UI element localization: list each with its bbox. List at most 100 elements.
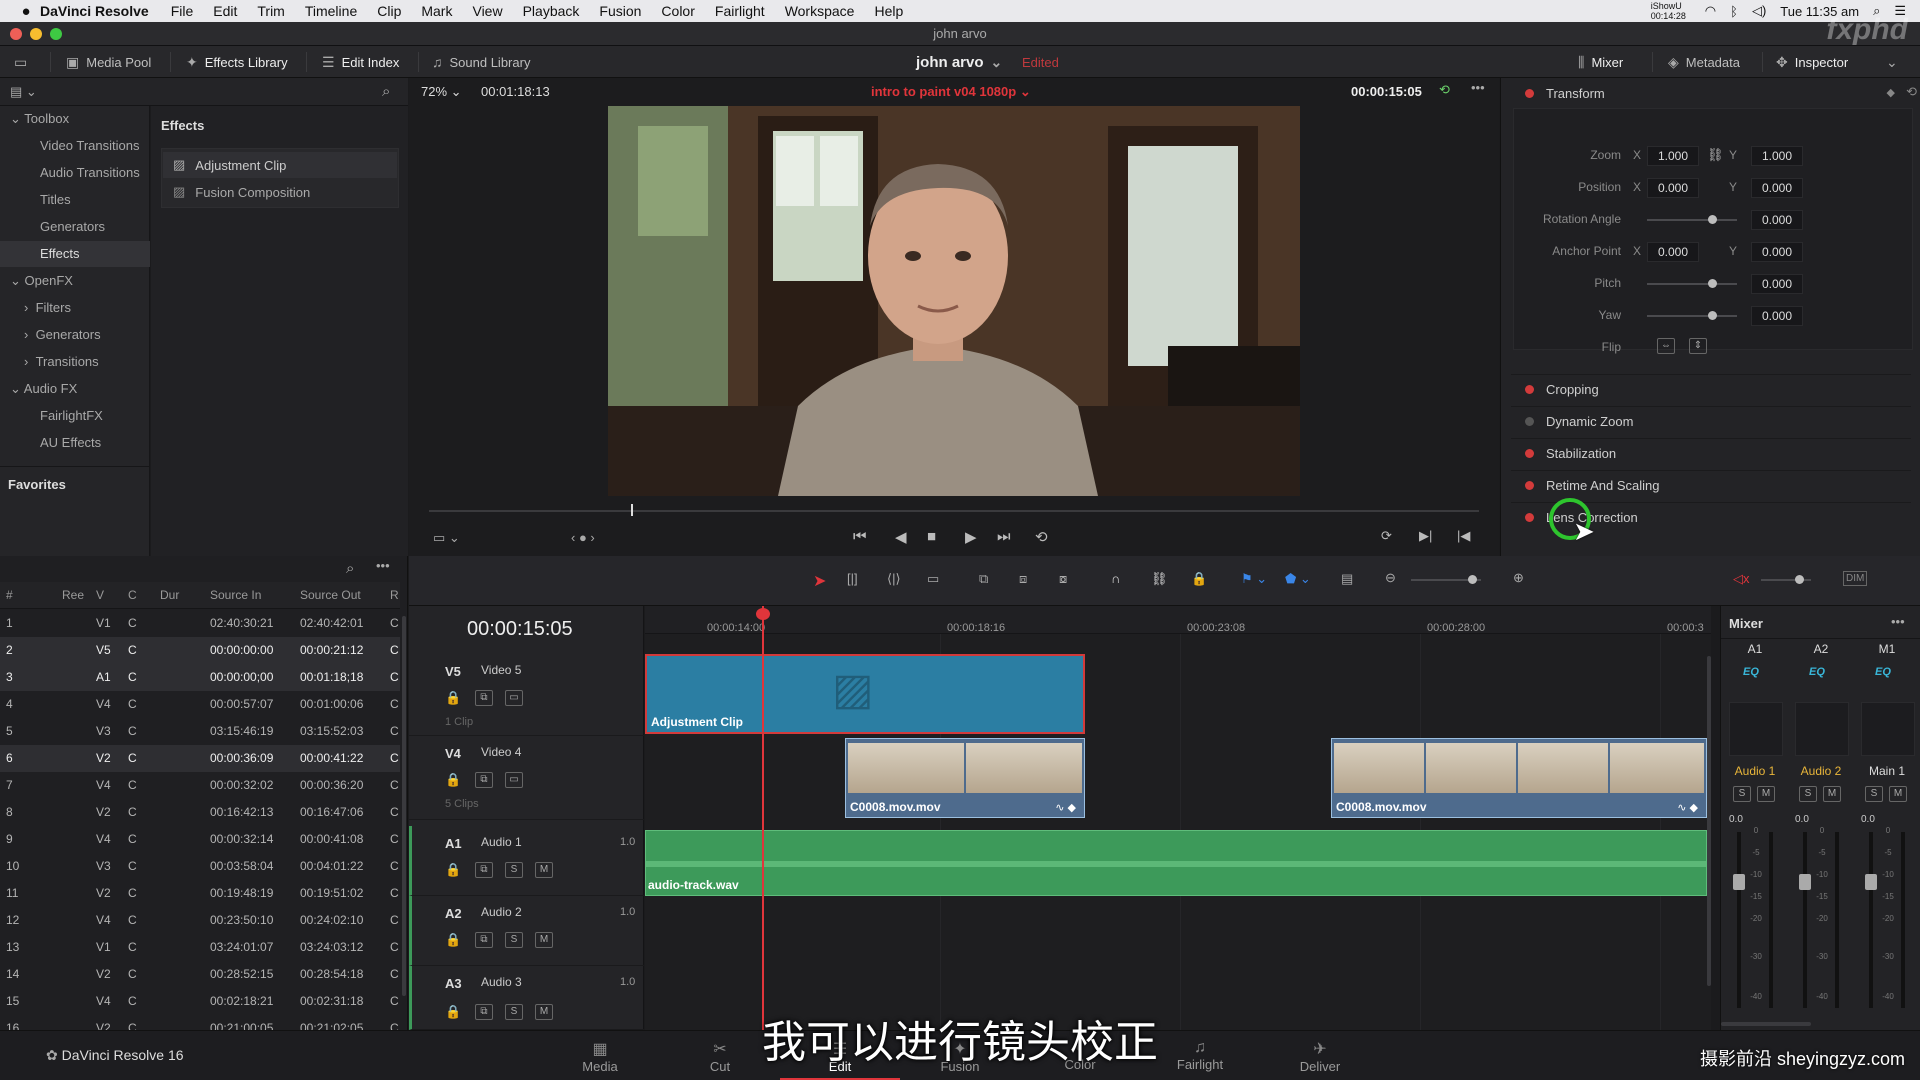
edl-row[interactable]: 11 V2 C 00:19:48:19 00:19:51:02 C [0, 880, 400, 907]
eq-badge[interactable]: EQ [1743, 666, 1759, 678]
pitch-slider[interactable] [1647, 283, 1737, 285]
mixer-solo-button[interactable]: S [1733, 786, 1751, 802]
rotation-knob[interactable] [1708, 215, 1717, 224]
rotation-field[interactable]: 0.000 [1751, 210, 1803, 230]
edl-row[interactable]: 2 V5 C 00:00:00:00 00:00:21:12 C [0, 637, 400, 664]
expand-icon[interactable]: ⌄ [1886, 46, 1898, 78]
tree-openfx[interactable]: ⌄ OpenFX [0, 268, 150, 294]
edit-index-button[interactable]: ☰ Edit Index [322, 46, 399, 78]
stabilization-toggle[interactable] [1525, 449, 1534, 458]
reset-icon[interactable]: ⟲ [1906, 84, 1917, 100]
go-to-start-icon[interactable]: ⏮ [853, 528, 867, 545]
anchor-x-field[interactable]: 0.000 [1647, 242, 1699, 262]
video-clip[interactable]: C0008.mov.mov ∿ ◆ [1331, 738, 1707, 818]
nav-dot-icon[interactable]: ‹ ● › [571, 530, 595, 545]
edl-row[interactable]: 6 V2 C 00:00:36:09 00:00:41:22 C [0, 745, 400, 772]
fader-knob[interactable] [1799, 874, 1811, 890]
inspector-button[interactable]: ✥ Inspector [1776, 46, 1848, 78]
eq-badge[interactable]: EQ [1875, 666, 1891, 678]
track-a1[interactable]: A1 Audio 1 1.0 🔒 ⧉ S M [409, 826, 644, 896]
adjustment-clip[interactable]: ▨ Adjustment Clip [645, 654, 1085, 734]
auto-select-icon[interactable]: ⧉ [475, 862, 493, 878]
timeline-scrollbar[interactable] [1707, 656, 1711, 986]
zoom-y-field[interactable]: 1.000 [1751, 146, 1803, 166]
eq-badge[interactable]: EQ [1809, 666, 1825, 678]
auto-select-icon[interactable]: ⧉ [475, 690, 493, 706]
menu-mark[interactable]: Mark [421, 3, 452, 19]
section-transform[interactable]: Transform ◆ ⟲ [1511, 78, 1917, 108]
viewer-video-frame[interactable] [608, 106, 1300, 496]
stop-icon[interactable]: ■ [927, 528, 936, 545]
lock-icon[interactable]: 🔒 [445, 690, 461, 706]
tree-video-transitions[interactable]: Video Transitions [0, 133, 150, 159]
lens-correction-toggle[interactable] [1525, 513, 1534, 522]
edl-row[interactable]: 1 V1 C 02:40:30:21 02:40:42:01 C [0, 610, 400, 637]
auto-select-icon[interactable]: ⧉ [475, 932, 493, 948]
page-deliver[interactable]: ✈ Deliver [1260, 1031, 1380, 1080]
track-v4[interactable]: V4 Video 4 🔒 ⧉ ▭ 5 Clips [409, 736, 644, 820]
yaw-knob[interactable] [1708, 311, 1717, 320]
tree-titles[interactable]: Titles [0, 187, 150, 213]
timeline-ruler[interactable]: 00:00:14:00 00:00:18:16 00:00:23:08 00:0… [645, 606, 1711, 634]
metadata-button[interactable]: ◈ Metadata [1668, 46, 1740, 78]
position-lock-icon[interactable]: 🔒 [1191, 571, 1207, 587]
minimize-window-button[interactable] [30, 28, 42, 40]
play-icon[interactable]: ▶ [965, 528, 977, 546]
keyframe-icon[interactable]: ◆ [1887, 86, 1895, 99]
match-frame-icon[interactable]: ⟳ [1381, 528, 1392, 544]
volume-icon[interactable]: ◁) [1752, 3, 1766, 19]
mute-button[interactable]: M [535, 862, 553, 878]
pitch-knob[interactable] [1708, 279, 1717, 288]
close-window-button[interactable] [10, 28, 22, 40]
cropping-toggle[interactable] [1525, 385, 1534, 394]
section-cropping[interactable]: Cropping [1511, 374, 1911, 404]
workspace-icon[interactable]: ▭ [14, 46, 27, 78]
dim-button[interactable]: DIM [1843, 571, 1868, 586]
search-effects-icon[interactable]: ⌕ [382, 83, 390, 100]
selection-tool-icon[interactable]: ➤ [813, 571, 826, 591]
linked-selection-icon[interactable]: ⛓ [1151, 571, 1168, 587]
edl-row[interactable]: 9 V4 C 00:00:32:14 00:00:41:08 C [0, 826, 400, 853]
yaw-field[interactable]: 0.000 [1751, 306, 1803, 326]
tree-openfx-generators[interactable]: › Generators [0, 322, 150, 348]
timeline-zoom-knob[interactable] [1468, 575, 1477, 584]
project-name[interactable]: john arvo ⌄ [916, 46, 1002, 78]
track-a2[interactable]: A2 Audio 2 1.0 🔒 ⧉ S M [409, 896, 644, 966]
mute-icon[interactable]: ◁x [1733, 571, 1750, 587]
trim-tool-icon[interactable]: [|] [847, 571, 858, 586]
mixer-scrollbar[interactable] [1721, 1022, 1811, 1026]
edl-options-icon[interactable]: ••• [376, 558, 390, 573]
insert-clip-icon[interactable]: ⧉ [979, 571, 988, 587]
auto-select-icon[interactable]: ⧉ [475, 1004, 493, 1020]
timeline-playhead[interactable] [762, 606, 764, 1030]
tree-fairlightfx[interactable]: FairlightFX [0, 403, 150, 429]
mixer-solo-button[interactable]: S [1865, 786, 1883, 802]
section-dynamic-zoom[interactable]: Dynamic Zoom [1511, 406, 1911, 436]
disable-track-icon[interactable]: ▭ [505, 690, 523, 706]
tree-transitions[interactable]: › Transitions [0, 349, 150, 375]
tree-filters[interactable]: › Filters [0, 295, 150, 321]
loop-sync-icon[interactable]: ⟲ [1439, 82, 1450, 98]
zoom-in-icon[interactable]: ⊕ [1513, 570, 1524, 586]
disable-track-icon[interactable]: ▭ [505, 772, 523, 788]
effect-fusion-composition[interactable]: ▨ Fusion Composition [163, 179, 397, 205]
edl-search-icon[interactable]: ⌕ [346, 560, 354, 577]
reverse-play-icon[interactable]: ◀ [895, 528, 907, 546]
mixer-button[interactable]: ⫼ Mixer [1578, 46, 1623, 78]
timeline-area[interactable]: 00:00:14:00 00:00:18:16 00:00:23:08 00:0… [645, 606, 1711, 1030]
panel-toggle-icon[interactable]: ▤ ⌄ [10, 84, 37, 100]
edl-row[interactable]: 14 V2 C 00:28:52:15 00:28:54:18 C [0, 961, 400, 988]
volume-knob[interactable] [1795, 575, 1804, 584]
menu-view[interactable]: View [472, 3, 502, 19]
edl-scrollbar[interactable] [402, 616, 406, 996]
mixer-options-icon[interactable]: ••• [1891, 614, 1905, 629]
section-retime-scaling[interactable]: Retime And Scaling [1511, 470, 1911, 500]
media-pool-button[interactable]: ▣ Media Pool [66, 46, 151, 78]
rotation-slider[interactable] [1647, 219, 1737, 221]
pan-control[interactable] [1795, 702, 1849, 756]
edl-row[interactable]: 15 V4 C 00:02:18:21 00:02:31:18 C [0, 988, 400, 1015]
menu-help[interactable]: Help [874, 3, 903, 19]
scrubber-track[interactable] [429, 510, 1479, 512]
solo-button[interactable]: S [505, 932, 523, 948]
pan-control[interactable] [1861, 702, 1915, 756]
